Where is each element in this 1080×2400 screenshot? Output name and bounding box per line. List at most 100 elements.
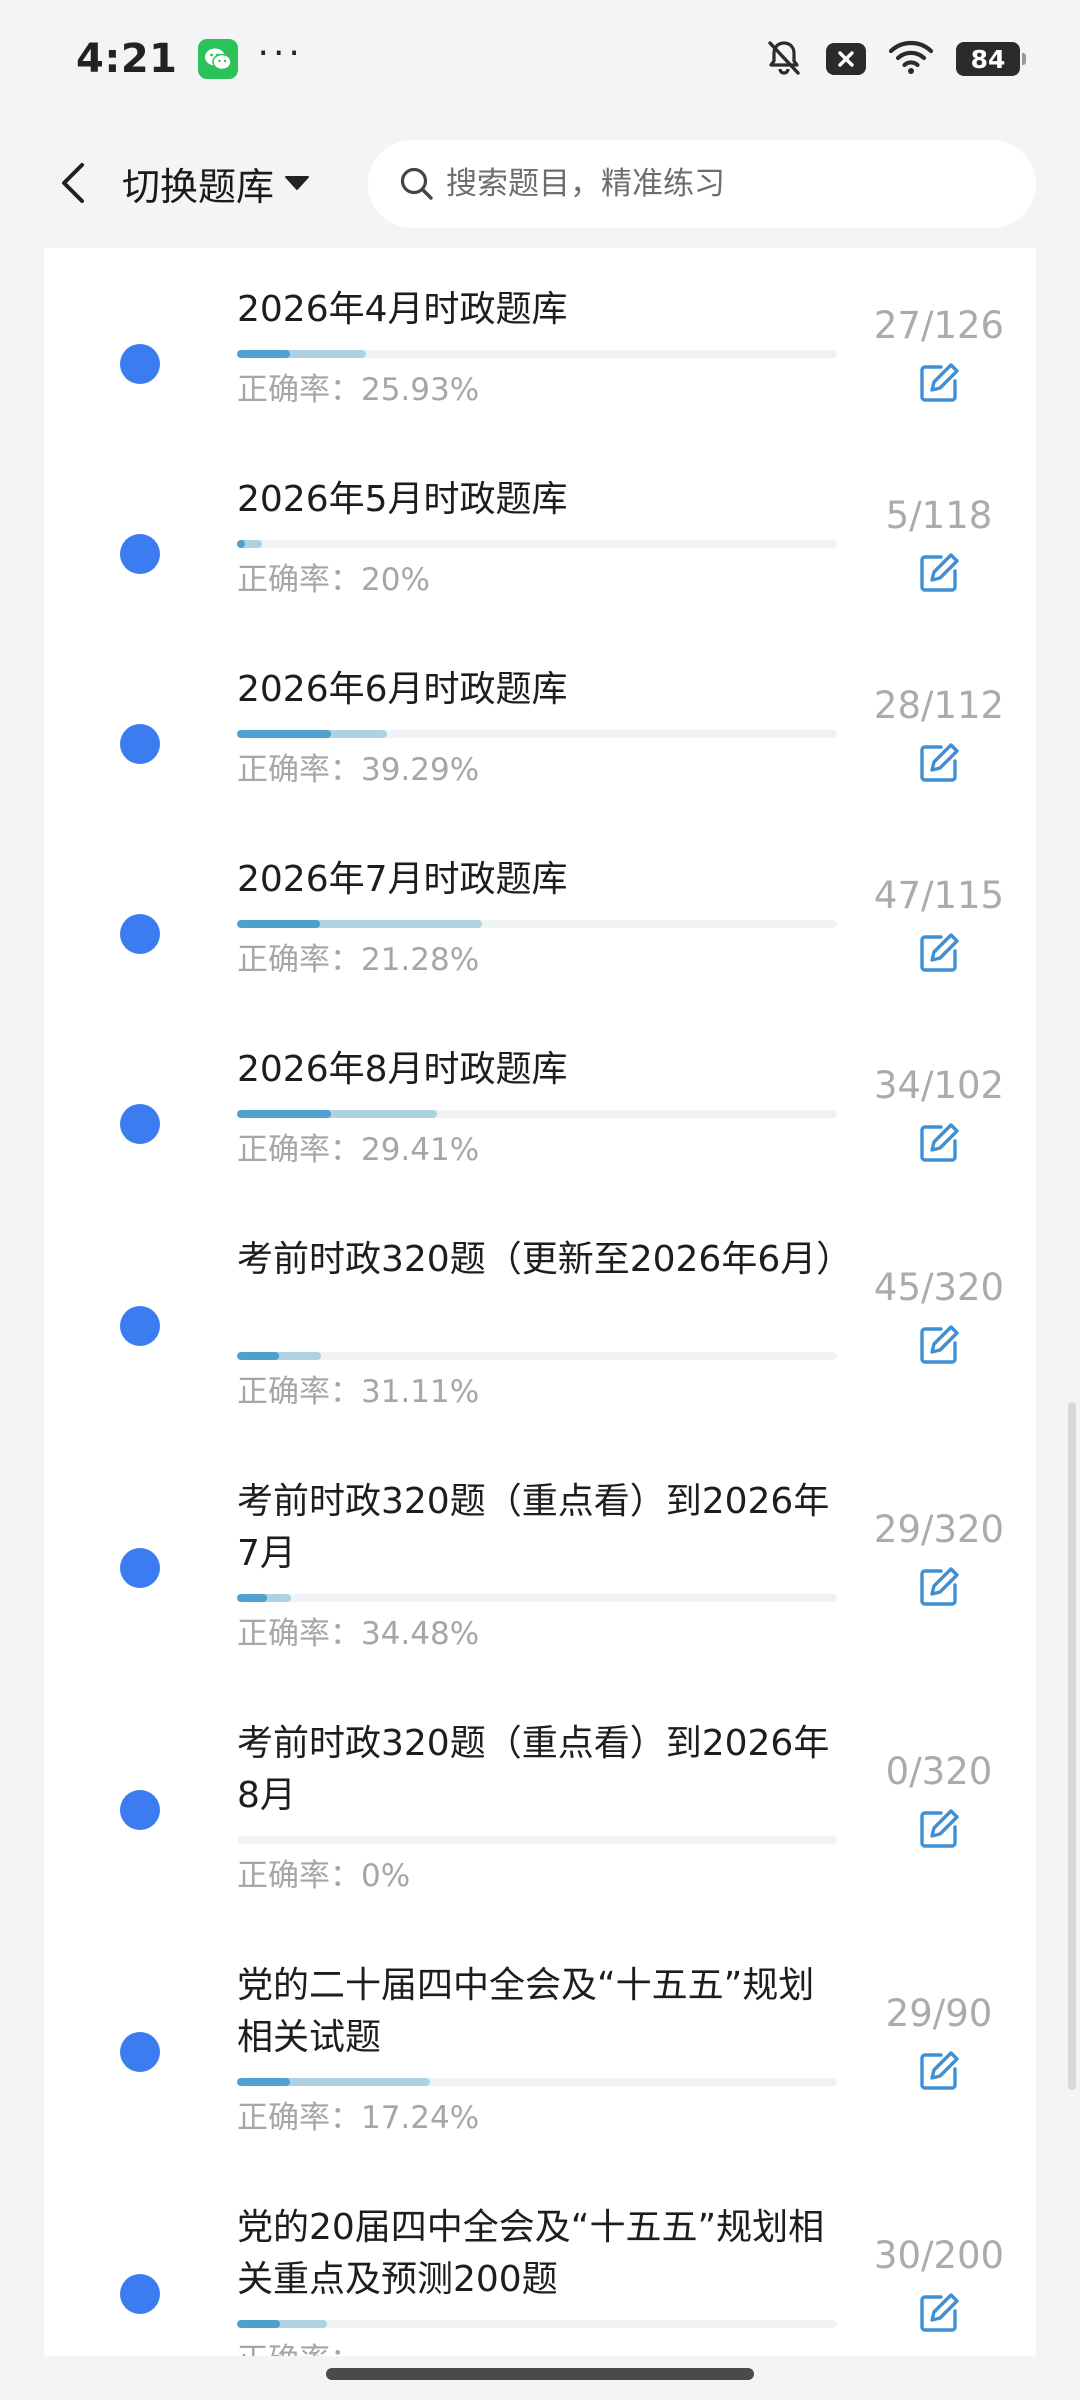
progress-count: 45/320	[873, 1266, 1005, 1309]
status-dot	[120, 1104, 160, 1144]
accuracy-rate: 正确率：20%	[237, 562, 430, 598]
progress-correct	[237, 1352, 279, 1360]
edit-icon[interactable]	[912, 2286, 966, 2340]
accuracy-rate: 正确率：29.41%	[237, 1132, 480, 1168]
progress-bar	[237, 1594, 837, 1602]
progress-correct	[237, 350, 290, 358]
progress-count: 47/115	[873, 874, 1005, 917]
more-notifications-icon: ···	[257, 32, 304, 74]
progress-count: 28/112	[873, 684, 1005, 727]
list-item[interactable]: 2026年4月时政题库正确率：25.93% 27/126	[44, 284, 1036, 420]
item-title: 考前时政320题（更新至2026年6月）	[237, 1239, 853, 1280]
item-title: 党的20届四中全会及“十五五”规划相关重点及预测200题	[237, 2207, 825, 2300]
progress-bar	[237, 1836, 837, 1844]
accuracy-rate: 正确率：0%	[237, 1858, 411, 1894]
wechat-notification-icon	[197, 39, 238, 79]
edit-icon[interactable]	[912, 1116, 966, 1170]
wifi-icon	[888, 39, 934, 79]
accuracy-rate: 正确率：31.11%	[237, 1374, 480, 1410]
search-icon	[400, 167, 433, 200]
status-right: 84	[764, 37, 1026, 81]
progress-correct	[237, 920, 320, 928]
status-dot	[120, 1548, 160, 1588]
edit-icon[interactable]	[912, 1802, 966, 1856]
progress-correct	[237, 540, 245, 548]
close-box-icon	[826, 43, 866, 75]
home-indicator[interactable]	[326, 2368, 754, 2380]
edit-icon[interactable]	[912, 546, 966, 600]
progress-count: 30/200	[873, 2234, 1005, 2277]
status-time: 4:21	[76, 36, 178, 82]
progress-count: 0/320	[885, 1750, 993, 1793]
accuracy-rate: 正确率：17.24%	[237, 2100, 480, 2136]
progress-bar	[237, 730, 837, 738]
accuracy-rate: 正确率：39.29%	[237, 752, 480, 788]
accuracy-rate: 正确率：34.48%	[237, 1616, 480, 1652]
search-box[interactable]	[368, 140, 1036, 228]
accuracy-rate: 正确率：21.28%	[237, 942, 480, 978]
progress-count: 5/118	[885, 494, 993, 537]
caret-down-icon	[285, 176, 310, 190]
progress-bar	[237, 350, 837, 358]
progress-bar	[237, 540, 837, 548]
list-item[interactable]: 党的20届四中全会及“十五五”规划相关重点及预测200题正确率： 30/200	[44, 2202, 1036, 2356]
progress-count: 29/90	[885, 1992, 993, 2035]
list-item[interactable]: 考前时政320题（更新至2026年6月） 正确率：31.11% 45/320	[44, 1234, 1036, 1422]
edit-icon[interactable]	[912, 926, 966, 980]
progress-bar	[237, 920, 837, 928]
battery-icon: 84	[956, 42, 1026, 76]
progress-bar	[237, 1352, 837, 1360]
item-title: 党的二十届四中全会及“十五五”规划相关试题	[237, 1965, 815, 2058]
scrollbar[interactable]	[1068, 1402, 1076, 2090]
progress-correct	[237, 2078, 290, 2086]
progress-bar	[237, 1110, 837, 1118]
accuracy-rate: 正确率：25.93%	[237, 372, 480, 408]
question-bank-list: 2026年4月时政题库 正确率：25.93% 27/126 2026年5月时政题库 正确…	[44, 248, 1036, 2356]
edit-icon[interactable]	[912, 1318, 966, 1372]
item-title: 2026年6月时政题库	[237, 669, 568, 710]
status-dot	[120, 344, 160, 384]
item-title: 2026年5月时政题库	[237, 479, 568, 520]
progress-bar	[237, 2078, 837, 2086]
edit-icon[interactable]	[912, 736, 966, 790]
progress-bar	[237, 2320, 837, 2328]
progress-correct	[237, 2320, 280, 2328]
progress-correct	[237, 730, 331, 738]
bell-muted-icon	[764, 37, 804, 81]
status-dot	[120, 1790, 160, 1830]
switch-question-bank-label: 切换题库	[122, 164, 275, 209]
switch-question-bank-button[interactable]: 切换题库	[122, 156, 310, 211]
list-item[interactable]: 党的二十届四中全会及“十五五”规划相关试题正确率：17.24% 29/90	[44, 1960, 1036, 2148]
item-title: 2026年8月时政题库	[237, 1049, 568, 1090]
progress-count: 29/320	[873, 1508, 1005, 1551]
item-title: 2026年7月时政题库	[237, 859, 568, 900]
status-dot	[120, 2032, 160, 2072]
list-item[interactable]: 2026年5月时政题库正确率：20% 5/118	[44, 474, 1036, 610]
list-item[interactable]: 2026年7月时政题库正确率：21.28% 47/115	[44, 854, 1036, 990]
status-dot	[120, 534, 160, 574]
status-dot	[120, 1306, 160, 1346]
status-dot	[120, 724, 160, 764]
progress-correct	[237, 1110, 331, 1118]
progress-count: 27/126	[873, 304, 1005, 347]
item-title: 2026年4月时政题库	[237, 289, 568, 330]
status-dot	[120, 2274, 160, 2314]
status-dot	[120, 914, 160, 954]
item-title: 考前时政320题（重点看）到2026年7月	[237, 1481, 830, 1574]
top-app-bar: 切换题库	[0, 118, 1080, 248]
edit-icon[interactable]	[912, 1560, 966, 1614]
edit-icon[interactable]	[912, 356, 966, 410]
search-input[interactable]	[444, 165, 1024, 203]
progress-correct	[237, 1594, 267, 1602]
list-item[interactable]: 考前时政320题（重点看）到2026年7月正确率：34.48% 29/320	[44, 1476, 1036, 1664]
list-item[interactable]: 2026年8月时政题库正确率：29.41% 34/102	[44, 1044, 1036, 1180]
list-item[interactable]: 2026年6月时政题库正确率：39.29% 28/112	[44, 664, 1036, 800]
item-title: 考前时政320题（重点看）到2026年8月	[237, 1723, 830, 1816]
progress-count: 34/102	[873, 1064, 1005, 1107]
list-item[interactable]: 考前时政320题（重点看）到2026年8月正确率：0% 0/320	[44, 1718, 1036, 1906]
chevron-left-icon	[62, 163, 84, 203]
back-button[interactable]	[38, 148, 108, 218]
status-bar: 4:21 ··· 84	[0, 0, 1080, 118]
edit-icon[interactable]	[912, 2044, 966, 2098]
accuracy-rate: 正确率：	[237, 2340, 361, 2356]
